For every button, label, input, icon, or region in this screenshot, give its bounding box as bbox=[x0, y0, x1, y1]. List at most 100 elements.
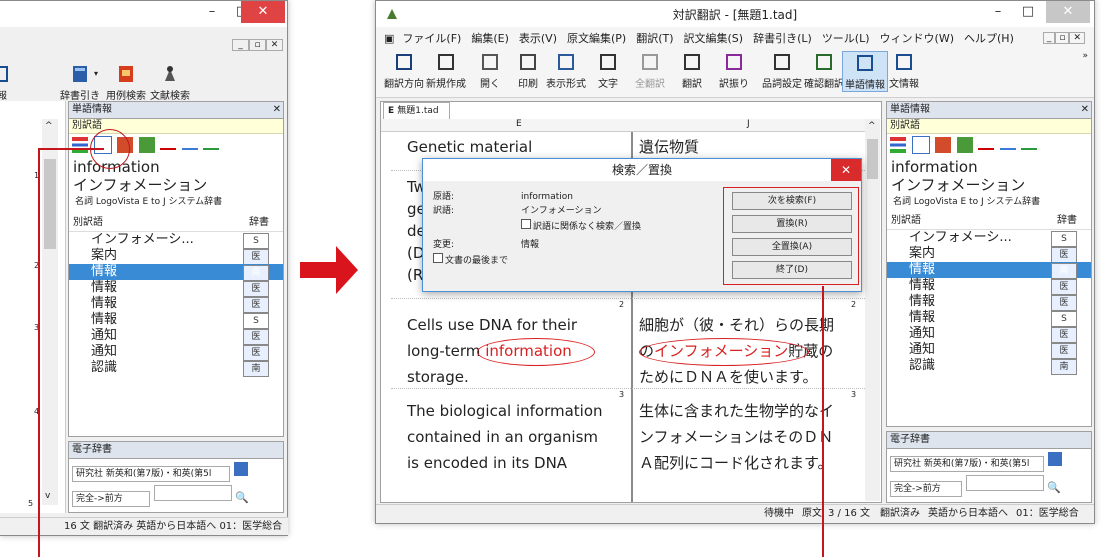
panel-close-icon[interactable]: ✕ bbox=[273, 102, 281, 118]
alt-trans-item[interactable]: インフォメーシ... S bbox=[69, 232, 283, 249]
toolbar-overflow-icon[interactable]: » bbox=[1082, 51, 1088, 61]
dropdown-arrow-icon[interactable]: ▾ bbox=[94, 69, 98, 78]
alt-trans-item[interactable]: 情報 南 bbox=[69, 264, 283, 281]
direction-button[interactable]: 翻訳方向 bbox=[382, 51, 426, 90]
scroll-thumb[interactable] bbox=[867, 139, 878, 179]
mdi-minimize-icon[interactable]: _ bbox=[232, 39, 249, 51]
doc-scrollbar[interactable]: ^ bbox=[865, 119, 880, 501]
arrow-right-icon[interactable] bbox=[1021, 148, 1037, 150]
font-button[interactable]: 文字 bbox=[586, 51, 630, 90]
menu-item[interactable]: 表示(V) bbox=[514, 27, 562, 46]
translate-all-button[interactable]: 全翻訳 bbox=[628, 51, 672, 90]
mdi-close-icon[interactable]: ✕ bbox=[266, 39, 283, 51]
pos-button[interactable]: 品詞設定 bbox=[760, 51, 804, 90]
e-dict-book-icon[interactable] bbox=[1047, 452, 1062, 466]
scroll-up-icon[interactable]: ^ bbox=[868, 121, 876, 131]
mode-select[interactable]: 完全->前方 bbox=[72, 491, 150, 507]
replace-button[interactable]: 置換(R) bbox=[732, 215, 852, 233]
en-row-4[interactable]: The biological information contained in … bbox=[407, 398, 603, 476]
menu-item[interactable]: 辞書引き(L) bbox=[748, 27, 817, 46]
menu-item[interactable]: ファイル(F) bbox=[397, 27, 466, 46]
doc-tab[interactable]: E 無題1.tad bbox=[383, 102, 450, 119]
e-dict-book-icon[interactable] bbox=[233, 462, 248, 476]
sentence-info-button[interactable]: 文情報 bbox=[882, 51, 926, 90]
binoculars-icon[interactable]: 🔍 bbox=[1047, 481, 1061, 494]
left-scrollbar[interactable]: ^ v bbox=[42, 119, 58, 505]
ja-row-4[interactable]: 生体に含まれた生物学的なイ ンフォメーションはそのＤＮ Ａ配列にコード化されます… bbox=[639, 398, 834, 476]
binoculars-icon[interactable]: 🔍 bbox=[235, 491, 249, 504]
close-icon[interactable]: ✕ bbox=[241, 1, 285, 23]
list-icon[interactable] bbox=[72, 137, 88, 153]
alt-trans-item[interactable]: 案内 医 bbox=[887, 246, 1091, 263]
scroll-down-icon[interactable]: v bbox=[45, 491, 50, 501]
alt-trans-item[interactable]: 通知 医 bbox=[69, 344, 283, 361]
en-row-1[interactable]: Genetic material bbox=[407, 134, 532, 160]
alt-trans-item[interactable]: 認識 南 bbox=[69, 360, 283, 377]
mdi-minimize-icon[interactable]: _ bbox=[1042, 32, 1056, 44]
scroll-thumb[interactable] bbox=[44, 159, 56, 249]
alt-trans-item[interactable]: 情報 医 bbox=[887, 294, 1091, 311]
scroll-up-icon[interactable]: ^ bbox=[45, 121, 53, 131]
menu-item[interactable]: ヘルプ(H) bbox=[959, 27, 1019, 46]
minimize-icon[interactable]: – bbox=[196, 1, 228, 23]
alt-trans-item[interactable]: 通知 医 bbox=[887, 342, 1091, 359]
find-next-button[interactable]: 次を検索(F) bbox=[732, 192, 852, 210]
panel-close-icon[interactable]: ✕ bbox=[1081, 102, 1089, 118]
replace-all-button[interactable]: 全置換(A) bbox=[732, 238, 852, 256]
alt-trans-item[interactable]: インフォメーシ... S bbox=[887, 230, 1091, 247]
e-dict-select[interactable]: 研究社 新英和(第7版)・和英(第5l bbox=[72, 466, 230, 482]
menu-item[interactable]: 原文編集(P) bbox=[562, 27, 631, 46]
ja-row-1[interactable]: 遺伝物質 bbox=[639, 134, 699, 160]
confirm-icon bbox=[816, 54, 832, 70]
example-search-button[interactable]: 用例検索 bbox=[104, 63, 148, 102]
mdi-close-icon[interactable]: ✕ bbox=[1069, 32, 1085, 44]
finish-button[interactable]: 終了(D) bbox=[732, 261, 852, 279]
alt-trans-item[interactable]: 情報 医 bbox=[69, 280, 283, 297]
arrow-both-icon[interactable] bbox=[181, 148, 198, 150]
option2-checkbox[interactable]: 文書の最後まで bbox=[433, 253, 508, 268]
menu-item[interactable]: 編集(E) bbox=[466, 27, 514, 46]
option1-checkbox[interactable]: 訳語に関係なく検索／置換 bbox=[521, 219, 641, 234]
dictionary-red-icon[interactable] bbox=[935, 137, 951, 153]
menu-item[interactable]: 翻訳(T) bbox=[631, 27, 678, 46]
menu-item[interactable]: ウィンドウ(W) bbox=[875, 27, 959, 46]
e-dict-select[interactable]: 研究社 新英和(第7版)・和英(第5l bbox=[890, 456, 1044, 472]
arrow-left-icon[interactable] bbox=[160, 148, 176, 150]
menu-item[interactable]: ツール(L) bbox=[817, 27, 875, 46]
list-icon[interactable] bbox=[890, 137, 906, 153]
arrow-right-icon[interactable] bbox=[203, 148, 219, 150]
minimize-icon[interactable]: – bbox=[982, 1, 1014, 23]
alt-trans-item[interactable]: 情報 S bbox=[69, 312, 283, 329]
left-toolbar-partial-button[interactable]: 報 bbox=[0, 63, 22, 102]
alt-trans-item[interactable]: 情報 南 bbox=[887, 262, 1091, 279]
alt-trans-item[interactable]: 情報 S bbox=[887, 310, 1091, 327]
dictionary-green-icon[interactable] bbox=[956, 137, 973, 153]
annotate-button[interactable]: 訳振り bbox=[712, 51, 756, 90]
alt-trans-item[interactable]: 案内 医 bbox=[69, 248, 283, 265]
alt-trans-item[interactable]: 通知 医 bbox=[887, 326, 1091, 343]
e-dict-search-input[interactable] bbox=[153, 485, 232, 501]
menu-item[interactable]: 訳文編集(S) bbox=[679, 27, 749, 46]
mode-select[interactable]: 完全->前方 bbox=[890, 481, 962, 497]
mdi-restore-icon[interactable]: ▫ bbox=[1055, 32, 1070, 44]
alt-trans-item[interactable]: 通知 医 bbox=[69, 328, 283, 345]
alt-trans-item[interactable]: 情報 医 bbox=[69, 296, 283, 313]
reference-search-button[interactable]: 文献検索 bbox=[148, 63, 192, 102]
layout-button[interactable]: 表示形式 bbox=[544, 51, 588, 90]
dialog-close-icon[interactable]: ✕ bbox=[831, 159, 861, 181]
e-dict-search-input[interactable] bbox=[965, 475, 1044, 491]
alt-trans-text: インフォメーシ... bbox=[91, 232, 194, 247]
maximize-icon[interactable]: □ bbox=[1012, 1, 1044, 23]
doc-menu-icon[interactable]: ▣ bbox=[376, 29, 397, 45]
confirm-button[interactable]: 確認翻訳 bbox=[802, 51, 846, 90]
translate-button[interactable]: 翻訳 bbox=[670, 51, 714, 90]
arrow-both-icon[interactable] bbox=[999, 148, 1016, 150]
close-icon[interactable]: ✕ bbox=[1046, 1, 1090, 23]
mdi-restore-icon[interactable]: ▫ bbox=[249, 39, 266, 51]
arrow-left-icon[interactable] bbox=[978, 148, 994, 150]
alt-trans-item[interactable]: 認識 南 bbox=[887, 358, 1091, 375]
alt-trans-item[interactable]: 情報 医 bbox=[887, 278, 1091, 295]
dictionary-green-icon[interactable] bbox=[138, 137, 155, 153]
search-replace-icon[interactable] bbox=[911, 136, 930, 154]
new-file-button[interactable]: 新規作成 bbox=[424, 51, 468, 90]
